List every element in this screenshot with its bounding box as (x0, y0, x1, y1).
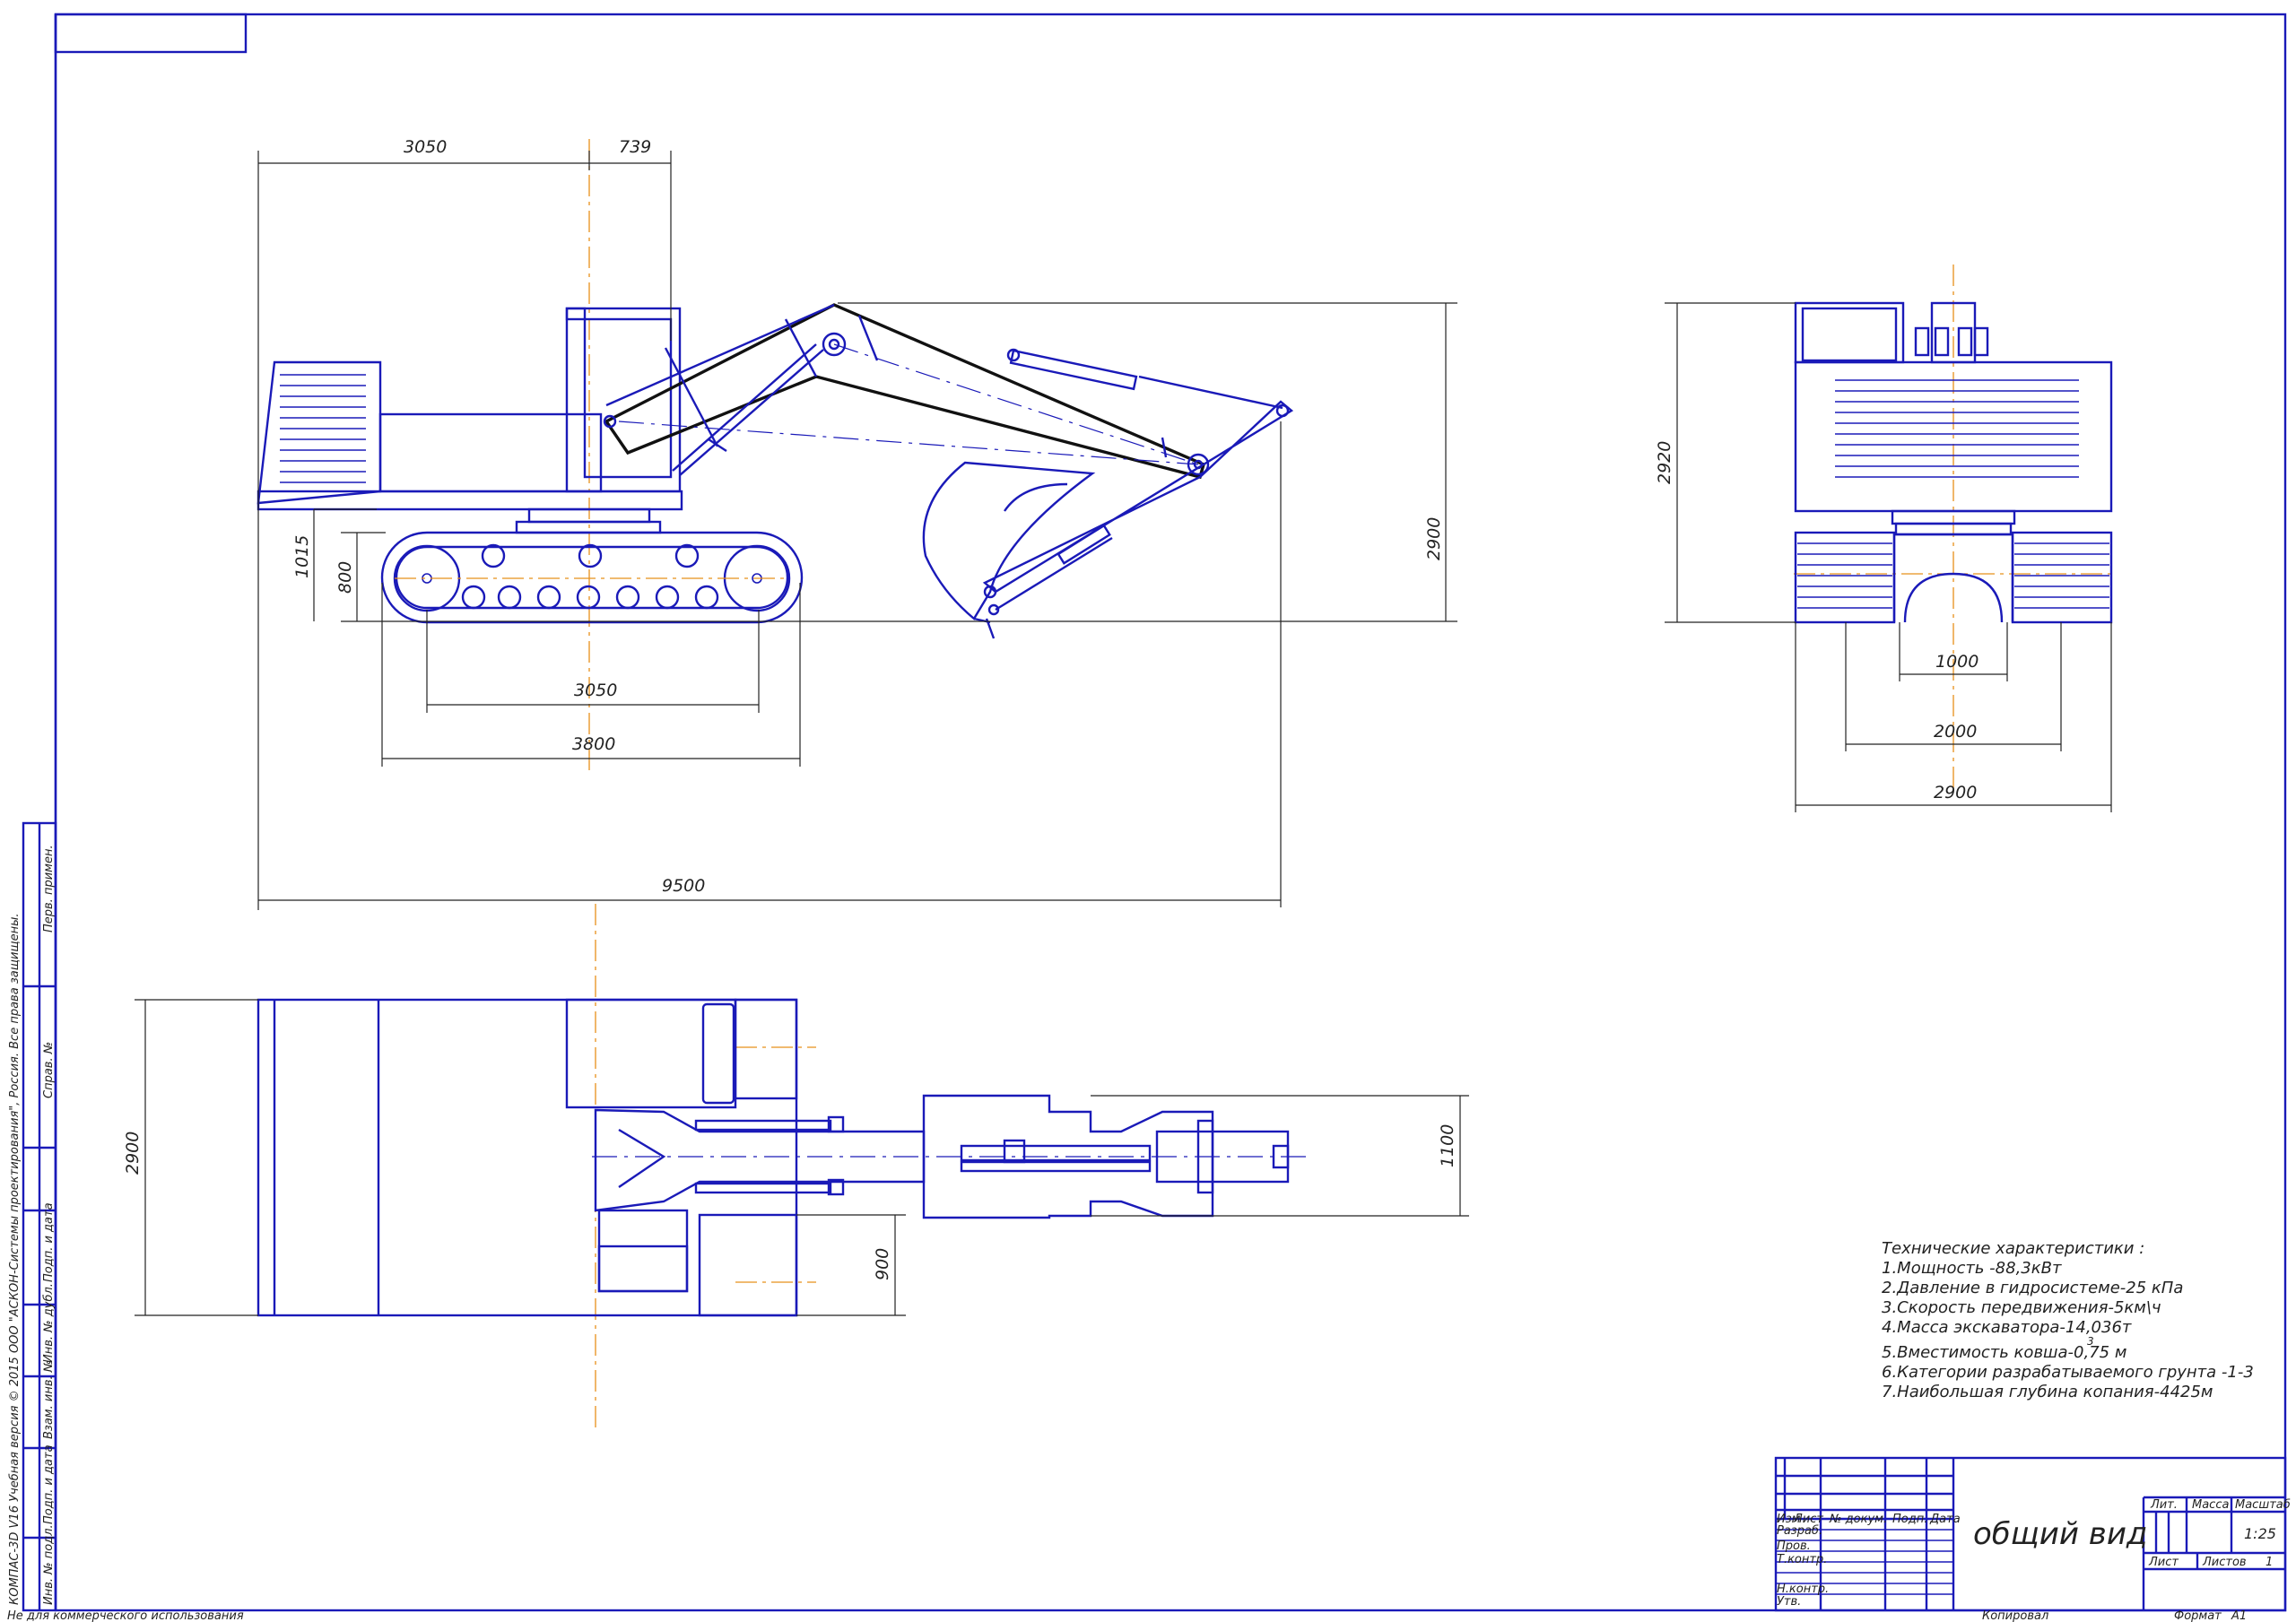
spec-item-1: 1.Мощность -88,3кВт (1882, 1259, 2062, 1278)
side-view (257, 139, 1294, 771)
noncommercial-note: Не для коммерческого использования (7, 1609, 244, 1622)
dim-track-base: 3050 (574, 681, 617, 700)
front-view (1794, 265, 2113, 789)
dim-track-height: 1015 (292, 535, 312, 578)
tb-listov-value: 1 (2266, 1556, 2273, 1569)
dim-top-arm-width: 1100 (1438, 1124, 1457, 1167)
tb-masshtab: Масштаб (2235, 1498, 2291, 1512)
dim-front-width: 2900 (1934, 783, 1977, 802)
drawing-title: общий вид (1973, 1516, 2147, 1552)
tb-col-date: Дата (1929, 1513, 1961, 1526)
dim-top-width: 2900 (123, 1132, 143, 1175)
spec-item-3: 3.Скорость передвижения-5км\ч (1882, 1298, 2161, 1317)
strip-inv-podl: Инв. № подл. (42, 1524, 56, 1605)
tb-scale-value: 1:25 (2244, 1525, 2276, 1542)
tb-format-label: Формат (2174, 1609, 2222, 1622)
tb-list: Лист (2148, 1556, 2179, 1569)
side-view-dimensions: 3050 739 2900 1015 800 3050 3800 9500 (257, 137, 1457, 910)
dim-track-inner: 800 (335, 561, 355, 594)
engine-grille (280, 374, 366, 483)
tb-lit: Лит. (2150, 1498, 2178, 1512)
tb-format-value: A1 (2231, 1609, 2247, 1622)
tb-listov: Листов (2202, 1556, 2247, 1569)
tb-copied: Копировал (1982, 1609, 2048, 1622)
front-grille (1835, 379, 2079, 478)
tb-col-doc: № докум. (1829, 1513, 1887, 1526)
dim-top-right: 739 (619, 137, 651, 157)
dim-front-gauge: 2000 (1934, 722, 1977, 742)
strip-perv-primen: Перв. примен. (42, 845, 56, 932)
engineering-drawing: Перв. примен. Справ. № Подп. и дата Инв.… (7, 13, 2291, 1622)
tb-row-utv: Утв. (1777, 1595, 1801, 1609)
specs-title: Технические характеристики : (1882, 1239, 2144, 1258)
side-strip: Перв. примен. Справ. № Подп. и дата Инв.… (7, 821, 244, 1622)
strip-sprav: Справ. № (42, 1042, 56, 1098)
title-block: Изм Лист № докум. Подп. Дата Разраб. Про… (1774, 1456, 2291, 1622)
spec-item-6: 6.Категории разрабатываемого грунта -1-3 (1882, 1363, 2254, 1382)
dim-track-length: 3800 (572, 734, 615, 754)
strip-inv-dubl: Инв. № дубл. (42, 1283, 56, 1363)
tb-row-nkontr: Н.контр. (1777, 1583, 1829, 1596)
spec-item-5-superscript: 3 (2087, 1335, 2094, 1348)
tb-massa: Масса (2192, 1498, 2229, 1512)
dim-front-gap: 1000 (1935, 652, 1979, 672)
dim-height-total: 2900 (1424, 517, 1444, 560)
dim-top-offset: 900 (873, 1248, 892, 1280)
tb-row-prov: Пров. (1777, 1540, 1811, 1553)
tb-col-sign: Подп. (1892, 1513, 1927, 1526)
strip-podp-data-1: Подп. и дата (42, 1202, 56, 1282)
dim-front-height: 2920 (1655, 441, 1674, 484)
tech-specs: Технические характеристики : 1.Мощность … (1882, 1239, 2254, 1401)
spec-item-4: 4.Масса экскаватора-14,036т (1882, 1318, 2132, 1337)
spec-item-2: 2.Давление в гидросистеме-25 кПа (1882, 1279, 2183, 1297)
dim-top-left: 3050 (404, 137, 447, 157)
kompas-copyright: КОМПАС-3D V16 Учебная версия © 2015 ООО … (8, 913, 22, 1605)
tb-row-tkontr: Т.контр. (1777, 1553, 1827, 1566)
dim-overall-length: 9500 (662, 876, 705, 896)
strip-vzam-inv: Взам. инв. № (42, 1360, 56, 1439)
track-rollers (461, 543, 719, 610)
strip-podp-data-2: Подп. и дата (42, 1444, 56, 1524)
top-view (257, 904, 1309, 1430)
tb-row-razrab: Разраб. (1777, 1524, 1822, 1538)
spec-item-7: 7.Наибольшая глубина копания-4425м (1882, 1383, 2213, 1401)
